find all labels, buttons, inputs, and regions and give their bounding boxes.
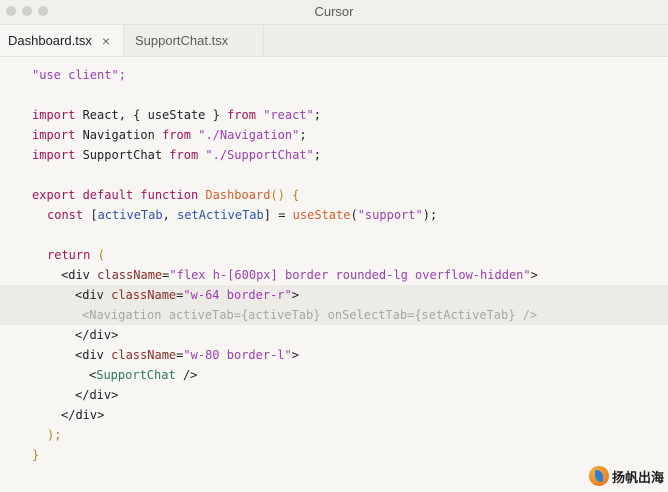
code-token: <div: [61, 268, 90, 282]
tab-label: SupportChat.tsx: [135, 33, 229, 48]
code-line: }: [0, 445, 668, 465]
code-line: <SupportChat />: [0, 365, 668, 385]
code-token: "w-80 border-l": [183, 348, 292, 362]
code-token: React, { useState }: [75, 108, 228, 122]
code-token: SupportChat: [96, 368, 176, 382]
code-token: ] =: [263, 208, 293, 222]
code-token: ,: [162, 208, 178, 222]
code-token: from: [162, 128, 191, 142]
code-token: "./Navigation": [190, 128, 300, 142]
code-editor[interactable]: "use client"; import React, { useState }…: [0, 57, 668, 465]
code-line: </div>: [0, 325, 668, 345]
code-line: </div>: [0, 405, 668, 425]
code-token: import: [32, 108, 76, 122]
code-line: export default function Dashboard() {: [0, 185, 668, 205]
code-line: const [activeTab, setActiveTab] = useSta…: [0, 205, 668, 225]
code-token: >: [291, 288, 299, 302]
code-line: return (: [0, 245, 668, 265]
code-token: import: [32, 148, 76, 162]
close-icon[interactable]: ×: [99, 33, 113, 49]
code-token: (: [90, 248, 105, 262]
code-line: <div className="flex h-[600px] border ro…: [0, 265, 668, 285]
code-line: import React, { useState } from "react";: [0, 105, 668, 125]
code-token: <div: [75, 288, 104, 302]
watermark-text: 扬帆出海: [611, 469, 664, 485]
code-token: className: [103, 288, 177, 302]
code-token: SupportChat: [75, 148, 170, 162]
editor-tab-bar: Dashboard.tsx × SupportChat.tsx: [0, 25, 668, 57]
code-token: <Navigation activeTab={activeTab} onSele…: [82, 308, 538, 322]
code-token: setActiveTab: [177, 208, 264, 222]
code-token: );: [47, 428, 62, 442]
code-token: </div>: [61, 408, 105, 422]
code-token: </div>: [75, 388, 119, 402]
code-token: const: [47, 208, 84, 222]
code-line: </div>: [0, 385, 668, 405]
code-line: import Navigation from "./Navigation";: [0, 125, 668, 145]
code-token: export default function: [32, 188, 199, 202]
code-token: ;: [313, 108, 322, 122]
code-token: >: [291, 348, 299, 362]
code-token: />: [175, 368, 198, 382]
sail-logo-icon: [588, 466, 609, 486]
tab-dashboard[interactable]: Dashboard.tsx ×: [0, 25, 124, 56]
code-line: "use client";: [0, 65, 668, 85]
code-token: "support": [357, 208, 423, 222]
title-bar: Cursor: [0, 0, 668, 25]
code-token: }: [32, 448, 40, 462]
code-line-highlighted: <div className="w-64 border-r">: [0, 285, 668, 305]
code-token: className: [89, 268, 163, 282]
code-token: >: [530, 268, 538, 282]
code-token: );: [422, 208, 438, 222]
code-token: activeTab: [97, 208, 163, 222]
code-token: ;: [313, 148, 322, 162]
window-title: Cursor: [314, 4, 354, 19]
code-token: Navigation: [75, 128, 163, 142]
code-token: import: [32, 128, 76, 142]
code-token: "w-64 border-r": [183, 288, 292, 302]
code-token: from: [169, 148, 199, 162]
code-token: className: [103, 348, 177, 362]
code-token: return: [47, 248, 91, 262]
code-token: </div>: [75, 328, 119, 342]
code-line: import SupportChat from "./SupportChat";: [0, 145, 668, 165]
code-token: ;: [299, 128, 307, 142]
code-line: <div className="w-80 border-l">: [0, 345, 668, 365]
code-token: "use client";: [32, 68, 126, 82]
watermark: 扬帆出海: [588, 466, 664, 486]
code-line-highlighted: <Navigation activeTab={activeTab} onSele…: [0, 305, 668, 325]
tab-label: Dashboard.tsx: [8, 33, 92, 48]
tab-supportchat[interactable]: SupportChat.tsx: [124, 25, 264, 56]
code-token: "flex h-[600px] border rounded-lg overfl…: [169, 268, 531, 282]
code-token: Dashboard: [198, 188, 271, 202]
code-token: "./SupportChat": [198, 148, 314, 162]
code-token: from: [227, 108, 256, 122]
code-token: () {: [270, 188, 300, 202]
code-token: (: [350, 208, 358, 222]
code-token: <div: [75, 348, 104, 362]
code-token: "react": [255, 108, 314, 122]
code-token: [: [83, 208, 98, 222]
code-token: useState: [292, 208, 351, 222]
code-line: );: [0, 425, 668, 445]
